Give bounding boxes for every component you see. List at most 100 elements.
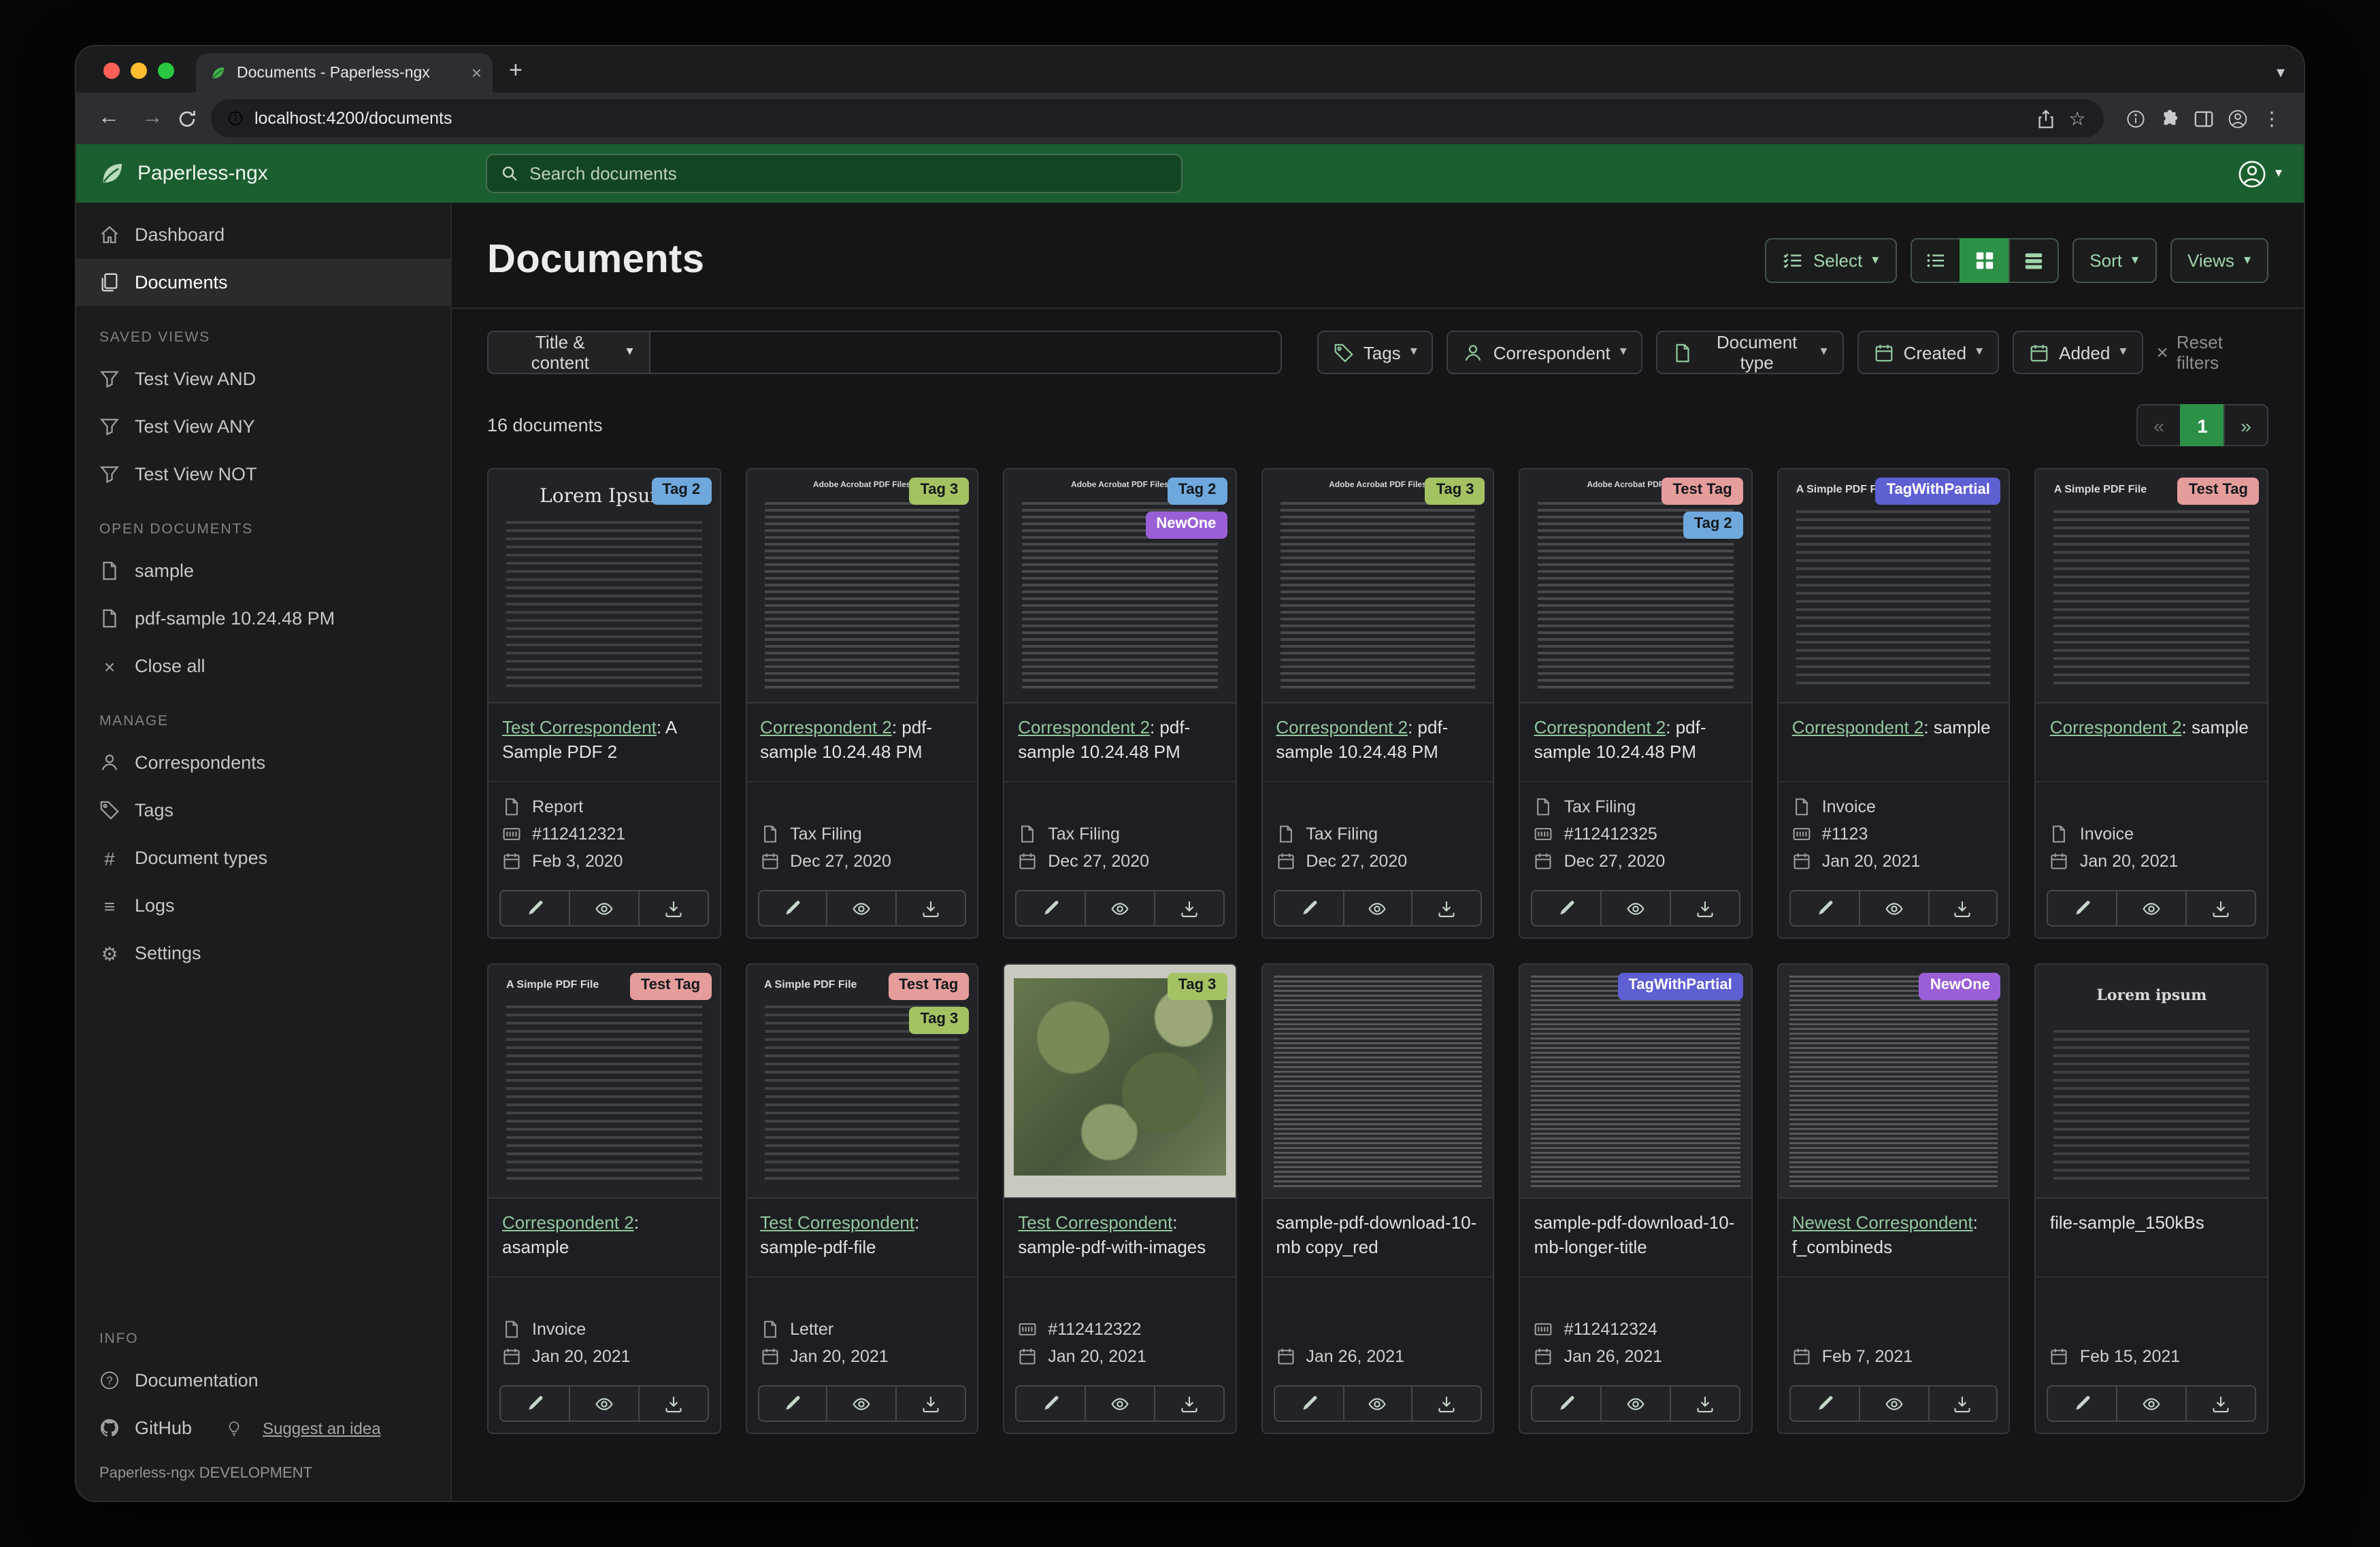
bookmark-star-icon[interactable]: ☆ <box>2067 108 2087 129</box>
view-document-button[interactable] <box>1600 1385 1671 1422</box>
download-document-button[interactable] <box>1154 1385 1225 1422</box>
document-thumbnail[interactable]: Adobe Acrobat PDF FilesTag 2NewOne <box>1004 469 1235 703</box>
tag-badge-tag-2[interactable]: Tag 2 <box>651 478 711 505</box>
tag-badge-tagwithpartial[interactable]: TagWithPartial <box>1876 478 2001 505</box>
document-thumbnail[interactable]: Adobe Acrobat PDF FilesTag 3 <box>746 469 977 703</box>
download-document-button[interactable] <box>638 1385 708 1422</box>
edit-document-button[interactable] <box>2047 1385 2118 1422</box>
download-document-button[interactable] <box>1928 1385 1998 1422</box>
forward-button[interactable]: → <box>133 99 171 137</box>
sidebar-item-dashboard[interactable]: Dashboard <box>76 211 450 259</box>
tag-badge-tag-2[interactable]: Tag 2 <box>1683 512 1743 539</box>
download-document-button[interactable] <box>638 890 708 927</box>
download-document-button[interactable] <box>1670 890 1740 927</box>
document-thumbnail[interactable]: Lorem ipsum <box>2036 965 2267 1199</box>
document-thumbnail[interactable]: A Simple PDF FileTest Tag <box>2036 469 2267 703</box>
pagination-next-button[interactable]: » <box>2224 404 2268 446</box>
view-document-button[interactable] <box>1600 890 1671 927</box>
sort-button[interactable]: Sort ▾ <box>2072 238 2156 283</box>
download-document-button[interactable] <box>1412 1385 1483 1422</box>
view-document-button[interactable] <box>1342 1385 1413 1422</box>
edit-document-button[interactable] <box>1789 1385 1860 1422</box>
view-document-button[interactable] <box>827 1385 897 1422</box>
sidebar-item-logs[interactable]: ≡Logs <box>76 882 450 929</box>
sidebar-item-documentation[interactable]: ? Documentation <box>76 1357 450 1404</box>
filter-added-button[interactable]: Added▾ <box>2013 331 2143 374</box>
edit-document-button[interactable] <box>2047 890 2118 927</box>
user-menu[interactable]: ▾ <box>2237 159 2282 188</box>
pagination-prev-button[interactable]: « <box>2136 404 2181 446</box>
download-document-button[interactable] <box>2185 1385 2256 1422</box>
filter-created-button[interactable]: Created▾ <box>1857 331 2000 374</box>
site-info-icon[interactable] <box>227 110 244 127</box>
sidebar-item-close-all[interactable]: ×Close all <box>76 642 450 690</box>
view-document-button[interactable] <box>569 1385 640 1422</box>
sidebar-item-test-view-any[interactable]: Test View ANY <box>76 403 450 450</box>
sidebar-item-sample[interactable]: sample <box>76 547 450 595</box>
fullscreen-window-button[interactable] <box>158 63 174 79</box>
global-search[interactable] <box>486 154 1183 193</box>
tag-badge-tag-3[interactable]: Tag 3 <box>1168 973 1227 1000</box>
close-window-button[interactable] <box>103 63 120 79</box>
browser-tab[interactable]: Documents - Paperless-ngx × <box>196 53 493 93</box>
extensions-icon[interactable] <box>2160 108 2180 129</box>
document-thumbnail[interactable]: A Simple PDF FileTest TagTag 3 <box>746 965 977 1199</box>
filter-document-type-button[interactable]: Document type▾ <box>1657 331 1844 374</box>
document-thumbnail[interactable]: A Simple PDF FileTest Tag <box>489 965 719 1199</box>
tag-badge-newone[interactable]: NewOne <box>1145 512 1227 539</box>
minimize-window-button[interactable] <box>131 63 147 79</box>
filter-correspondent-button[interactable]: Correspondent▾ <box>1447 331 1643 374</box>
app-brand[interactable]: Paperless-ngx <box>98 160 268 187</box>
correspondent-link[interactable]: Correspondent 2 <box>1018 717 1150 737</box>
view-document-button[interactable] <box>569 890 640 927</box>
tab-close-icon[interactable]: × <box>472 64 482 82</box>
tag-badge-tag-3[interactable]: Tag 3 <box>909 1007 969 1034</box>
download-document-button[interactable] <box>1154 890 1225 927</box>
view-document-button[interactable] <box>1085 890 1155 927</box>
suggest-idea-link[interactable]: Suggest an idea <box>263 1418 381 1437</box>
download-document-button[interactable] <box>896 1385 967 1422</box>
tag-badge-test-tag[interactable]: Test Tag <box>888 973 969 1000</box>
tag-badge-tagwithpartial[interactable]: TagWithPartial <box>1618 973 1743 1000</box>
document-thumbnail[interactable]: A Simple PDF FileTagWithPartial <box>1779 469 2009 703</box>
edit-document-button[interactable] <box>1273 890 1344 927</box>
side-panel-icon[interactable] <box>2194 108 2214 129</box>
view-grid-button[interactable] <box>1959 238 2009 283</box>
correspondent-link[interactable]: Correspondent 2 <box>1534 717 1666 737</box>
edit-document-button[interactable] <box>1015 890 1086 927</box>
sidebar-item-correspondents[interactable]: Correspondents <box>76 739 450 786</box>
edit-document-button[interactable] <box>1273 1385 1344 1422</box>
download-document-button[interactable] <box>1928 890 1998 927</box>
view-document-button[interactable] <box>1858 1385 1929 1422</box>
document-thumbnail[interactable]: Adobe Acrobat PDF FilesTest TagTag 2 <box>1521 469 1751 703</box>
tag-badge-newone[interactable]: NewOne <box>1919 973 2001 1000</box>
download-document-button[interactable] <box>1412 890 1483 927</box>
reload-button[interactable] <box>177 108 197 129</box>
correspondent-link[interactable]: Correspondent 2 <box>1276 717 1408 737</box>
view-document-button[interactable] <box>1858 890 1929 927</box>
edit-document-button[interactable] <box>757 1385 828 1422</box>
correspondent-link[interactable]: Newest Correspondent <box>1792 1212 1973 1233</box>
correspondent-link[interactable]: Test Correspondent <box>760 1212 914 1233</box>
view-list-button[interactable] <box>1910 238 1960 283</box>
document-thumbnail[interactable] <box>1262 965 1493 1199</box>
global-search-input[interactable] <box>529 163 1168 184</box>
sidebar-item-document-types[interactable]: #Document types <box>76 834 450 882</box>
sidebar-item-documents[interactable]: Documents <box>76 259 450 306</box>
tag-badge-test-tag[interactable]: Test Tag <box>1662 478 1742 505</box>
views-button[interactable]: Views ▾ <box>2170 238 2268 283</box>
correspondent-link[interactable]: Test Correspondent <box>1018 1212 1172 1233</box>
download-document-button[interactable] <box>2185 890 2256 927</box>
document-thumbnail[interactable]: Tag 3 <box>1004 965 1235 1199</box>
edit-document-button[interactable] <box>757 890 828 927</box>
view-document-button[interactable] <box>1342 890 1413 927</box>
tag-badge-tag-3[interactable]: Tag 3 <box>909 478 969 505</box>
share-icon[interactable] <box>2036 108 2056 129</box>
title-content-input[interactable] <box>651 331 1282 374</box>
edit-document-button[interactable] <box>1015 1385 1086 1422</box>
document-thumbnail[interactable]: TagWithPartial <box>1521 965 1751 1199</box>
sidebar-item-github[interactable]: GitHub Suggest an idea <box>76 1404 450 1452</box>
new-tab-button[interactable]: + <box>493 57 539 93</box>
correspondent-link[interactable]: Correspondent 2 <box>760 717 892 737</box>
tag-badge-test-tag[interactable]: Test Tag <box>2178 478 2259 505</box>
